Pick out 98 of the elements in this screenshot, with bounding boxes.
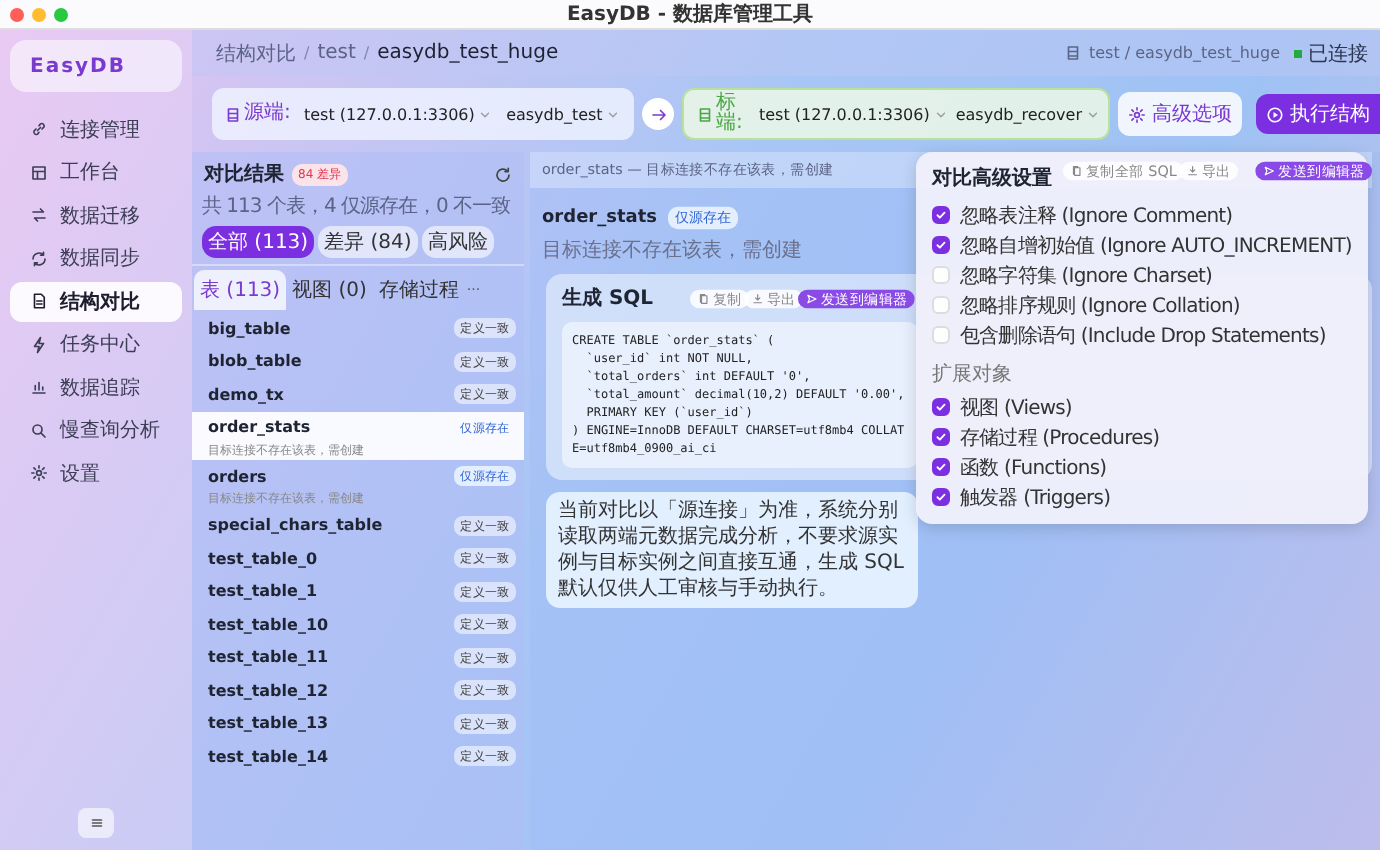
nav-item[interactable]: 连接管理 <box>10 110 182 149</box>
nav-item[interactable]: 工作台 <box>10 153 182 192</box>
link-icon <box>30 120 48 139</box>
option-label: 忽略字符集 (Ignore Charset) <box>960 263 1212 289</box>
tab[interactable]: 存储过程 <box>372 270 465 310</box>
table-name: test_table_13 <box>208 714 329 733</box>
chart-icon <box>30 378 48 397</box>
source-label: 源端: <box>244 104 291 124</box>
menu-icon <box>87 814 105 832</box>
nav-item[interactable]: 数据迁移 <box>10 196 182 235</box>
table-name: test_table_10 <box>208 615 329 634</box>
filter-chip[interactable]: 全部 (113) <box>202 226 315 258</box>
sync-icon <box>30 249 48 268</box>
panel-title: 对比结果 <box>204 161 284 188</box>
chevron-down-icon <box>478 107 493 121</box>
checkbox[interactable] <box>932 458 950 476</box>
run-compare-button[interactable]: 执行结构 <box>1256 94 1380 134</box>
connection-select[interactable]: test (127.0.0.1:3306) <box>758 105 948 123</box>
breadcrumb-item[interactable]: test <box>317 42 356 64</box>
chevron-down-icon <box>1086 107 1100 121</box>
popover-title: 对比高级设置 <box>932 164 1052 192</box>
filter-chip[interactable]: 差异 (84) <box>318 226 418 258</box>
checkbox[interactable] <box>932 206 950 224</box>
grid-icon <box>30 163 48 182</box>
table-name: test_table_12 <box>208 681 329 700</box>
tab[interactable]: 表 (113) <box>194 270 287 310</box>
checkmark-icon <box>934 238 948 252</box>
database-icon <box>1064 44 1083 62</box>
table-name: test_table_14 <box>208 747 329 766</box>
document-icon <box>30 292 48 311</box>
current-database: test / easydb_test_huge <box>1088 44 1280 62</box>
tab[interactable]: 视图 (0) <box>286 270 373 310</box>
checkmark-icon <box>934 490 948 504</box>
breadcrumb-separator: / <box>304 44 310 62</box>
option-label: 忽略自增初始值 (Ignore AUTO_INCREMENT) <box>960 233 1352 259</box>
refresh-icon <box>494 165 512 183</box>
section-title: 扩展对象 <box>932 361 1012 388</box>
option-label: 触发器 (Triggers) <box>960 485 1111 511</box>
menu-button[interactable] <box>78 808 114 838</box>
nav-item[interactable]: 结构对比 <box>10 282 182 321</box>
arrow-right-icon <box>649 105 667 123</box>
database-select[interactable]: easydb_recover <box>955 105 1100 123</box>
play-circle-icon <box>1266 105 1284 123</box>
checkmark-icon <box>934 430 948 444</box>
database-icon <box>696 105 714 123</box>
object-name: order_stats <box>542 208 657 228</box>
nav-item[interactable]: 数据同步 <box>10 239 182 278</box>
app-logo: EasyDB <box>10 40 182 92</box>
breadcrumb-item[interactable]: easydb_test_huge <box>377 42 559 64</box>
object-note: 目标连接不存在该表，需创建 <box>542 237 802 264</box>
checkmark-icon <box>934 460 948 474</box>
database-icon <box>224 105 242 123</box>
table-name: orders <box>208 467 267 486</box>
chevron-down-icon <box>606 107 621 121</box>
table-name: test_table_1 <box>208 582 318 601</box>
target-label: 标端: <box>716 94 745 134</box>
nav-item[interactable]: 任务中心 <box>10 325 182 364</box>
option-label: 忽略排序规则 (Ignore Collation) <box>960 293 1240 319</box>
table-name: order_stats <box>208 418 311 437</box>
info-message: 当前对比以「源连接」为准，系统分别读取两端元数据完成分析，不要求源实例与目标实例之间直接互通，生成 SQL 默认仅供人工审核与手动执行。 <box>546 492 918 608</box>
settings-icon <box>30 464 48 483</box>
option-label: 包含删除语句 (Include Drop Statements) <box>960 323 1326 349</box>
breadcrumb-separator: / <box>363 44 370 62</box>
summary-text: 共 113 个表，4 仅源存在，0 不一致 <box>202 193 511 220</box>
option-label: 忽略表注释 (Ignore Comment) <box>960 203 1233 229</box>
option-label: 视图 (Views) <box>960 395 1072 421</box>
checkbox[interactable] <box>932 398 950 416</box>
checkbox[interactable] <box>932 236 950 254</box>
table-name: test_table_0 <box>208 549 318 568</box>
chevron-down-icon <box>933 107 948 121</box>
advanced-options-button[interactable]: 高级选项 <box>1118 92 1242 136</box>
table-name: demo_tx <box>208 385 284 404</box>
settings-icon <box>1128 105 1146 123</box>
connection-status: 已连接 <box>1308 41 1368 67</box>
swap-button[interactable] <box>642 98 674 130</box>
arrows-icon <box>30 206 48 225</box>
checkbox[interactable] <box>932 428 950 446</box>
checkbox[interactable] <box>932 488 950 506</box>
card-title: 生成 SQL <box>562 285 654 312</box>
connection-select[interactable]: test (127.0.0.1:3306) <box>304 105 493 123</box>
option-label: 函数 (Functions) <box>960 455 1107 481</box>
filter-chip[interactable]: 高风险 <box>421 226 494 258</box>
table-name: test_table_11 <box>208 648 329 667</box>
nav-item[interactable]: 设置 <box>10 454 182 493</box>
checkmark-icon <box>934 208 948 222</box>
table-name: big_table <box>208 319 291 338</box>
database-select[interactable]: easydb_test <box>500 105 626 123</box>
table-name: blob_table <box>208 352 302 371</box>
refresh-button[interactable] <box>494 165 512 183</box>
search-icon <box>30 421 48 440</box>
breadcrumb-item[interactable]: 结构对比 <box>216 39 296 67</box>
nav-item[interactable]: 慢查询分析 <box>10 411 182 450</box>
option-label: 存储过程 (Procedures) <box>960 425 1160 451</box>
lightning-icon <box>30 335 48 354</box>
table-name: special_chars_table <box>208 516 383 535</box>
window-title: EasyDB - 数据库管理工具 <box>566 0 814 28</box>
checkmark-icon <box>934 400 948 414</box>
nav-item[interactable]: 数据追踪 <box>10 368 182 407</box>
